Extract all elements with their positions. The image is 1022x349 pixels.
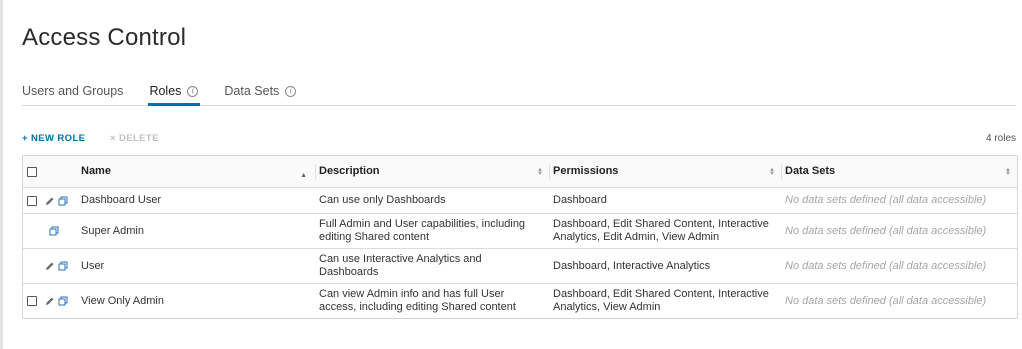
table-row[interactable]: View Only Admin Can view Admin info and … — [23, 283, 1017, 318]
column-header-label: Description — [319, 165, 380, 177]
sort-icon[interactable]: ▲ ▼ — [1005, 167, 1011, 177]
role-permissions: Dashboard, Edit Shared Content, Interact… — [553, 218, 769, 243]
row-actions — [23, 188, 81, 213]
role-description: Full Admin and User capabilities, includ… — [319, 218, 526, 243]
row-checkbox[interactable] — [27, 296, 37, 306]
column-header-label: Data Sets — [785, 165, 836, 177]
sort-ascending-icon[interactable]: ▲ — [300, 169, 307, 182]
role-description: Can view Admin info and has full User ac… — [319, 288, 516, 313]
column-header-label: Permissions — [553, 165, 619, 177]
new-role-button[interactable]: + NEW ROLE — [22, 133, 85, 144]
role-data-sets: No data sets defined (all data accessibl… — [785, 194, 987, 206]
row-actions — [23, 214, 81, 248]
row-checkbox[interactable] — [27, 195, 37, 206]
role-permissions: Dashboard, Edit Shared Content, Interact… — [553, 288, 769, 313]
role-permissions: Dashboard, Interactive Analytics — [553, 259, 711, 272]
role-name: User — [81, 259, 105, 272]
tab-roles[interactable]: Roles i — [148, 84, 201, 106]
table-row[interactable]: Super Admin Full Admin and User capabili… — [23, 213, 1017, 248]
tab-users-and-groups[interactable]: Users and Groups — [22, 84, 123, 104]
roles-table: Name ▲ Description ▲ ▼ Permissions ▲ ▼ Dat… — [22, 155, 1018, 319]
role-description: Can use Interactive Analytics and Dashbo… — [319, 253, 482, 278]
copy-icon[interactable] — [58, 196, 68, 206]
row-actions — [23, 284, 81, 318]
tab-label: Roles — [149, 84, 182, 98]
column-header-description[interactable]: Description ▲ ▼ — [315, 156, 549, 187]
left-edge-border — [0, 0, 3, 349]
copy-icon[interactable] — [58, 296, 68, 306]
table-row[interactable]: Dashboard User Can use only Dashboards D… — [23, 187, 1017, 213]
table-row[interactable]: User Can use Interactive Analytics and D… — [23, 248, 1017, 283]
pencil-icon[interactable] — [45, 196, 55, 206]
sort-icon[interactable]: ▲ ▼ — [537, 167, 543, 177]
role-data-sets: No data sets defined (all data accessibl… — [785, 294, 987, 307]
pencil-icon[interactable] — [45, 261, 55, 271]
role-description: Can use only Dashboards — [319, 194, 446, 206]
role-data-sets: No data sets defined (all data accessibl… — [785, 224, 987, 237]
tab-bar: Users and Groups Roles i Data Sets i — [22, 84, 1016, 106]
copy-icon[interactable] — [58, 261, 68, 271]
toolbar: + NEW ROLE × DELETE 4 roles — [22, 133, 1016, 145]
sort-icon[interactable]: ▲ ▼ — [769, 167, 775, 177]
tab-data-sets[interactable]: Data Sets i — [224, 84, 297, 104]
column-header-label: Name — [81, 165, 111, 177]
row-actions — [23, 249, 81, 283]
column-header-permissions[interactable]: Permissions ▲ ▼ — [549, 156, 781, 187]
role-count: 4 roles — [985, 133, 1016, 144]
select-all-checkbox[interactable] — [27, 166, 37, 177]
info-icon[interactable]: i — [187, 86, 199, 97]
column-header-name[interactable]: Name ▲ — [81, 156, 315, 187]
pencil-icon[interactable] — [45, 296, 55, 306]
delete-button[interactable]: × DELETE — [110, 133, 159, 144]
role-permissions: Dashboard — [553, 194, 607, 206]
tab-label: Users and Groups — [22, 84, 124, 98]
tab-label: Data Sets — [224, 84, 280, 98]
role-name: Dashboard User — [81, 194, 162, 206]
column-header-data-sets[interactable]: Data Sets ▲ ▼ — [781, 156, 1017, 187]
select-all-cell — [23, 156, 81, 187]
info-icon[interactable]: i — [285, 86, 297, 97]
role-name: View Only Admin — [81, 294, 164, 307]
role-name: Super Admin — [81, 224, 144, 237]
copy-icon[interactable] — [49, 226, 59, 236]
table-header: Name ▲ Description ▲ ▼ Permissions ▲ ▼ Dat… — [23, 156, 1017, 187]
role-data-sets: No data sets defined (all data accessibl… — [785, 259, 987, 272]
page-title: Access Control — [22, 24, 187, 51]
